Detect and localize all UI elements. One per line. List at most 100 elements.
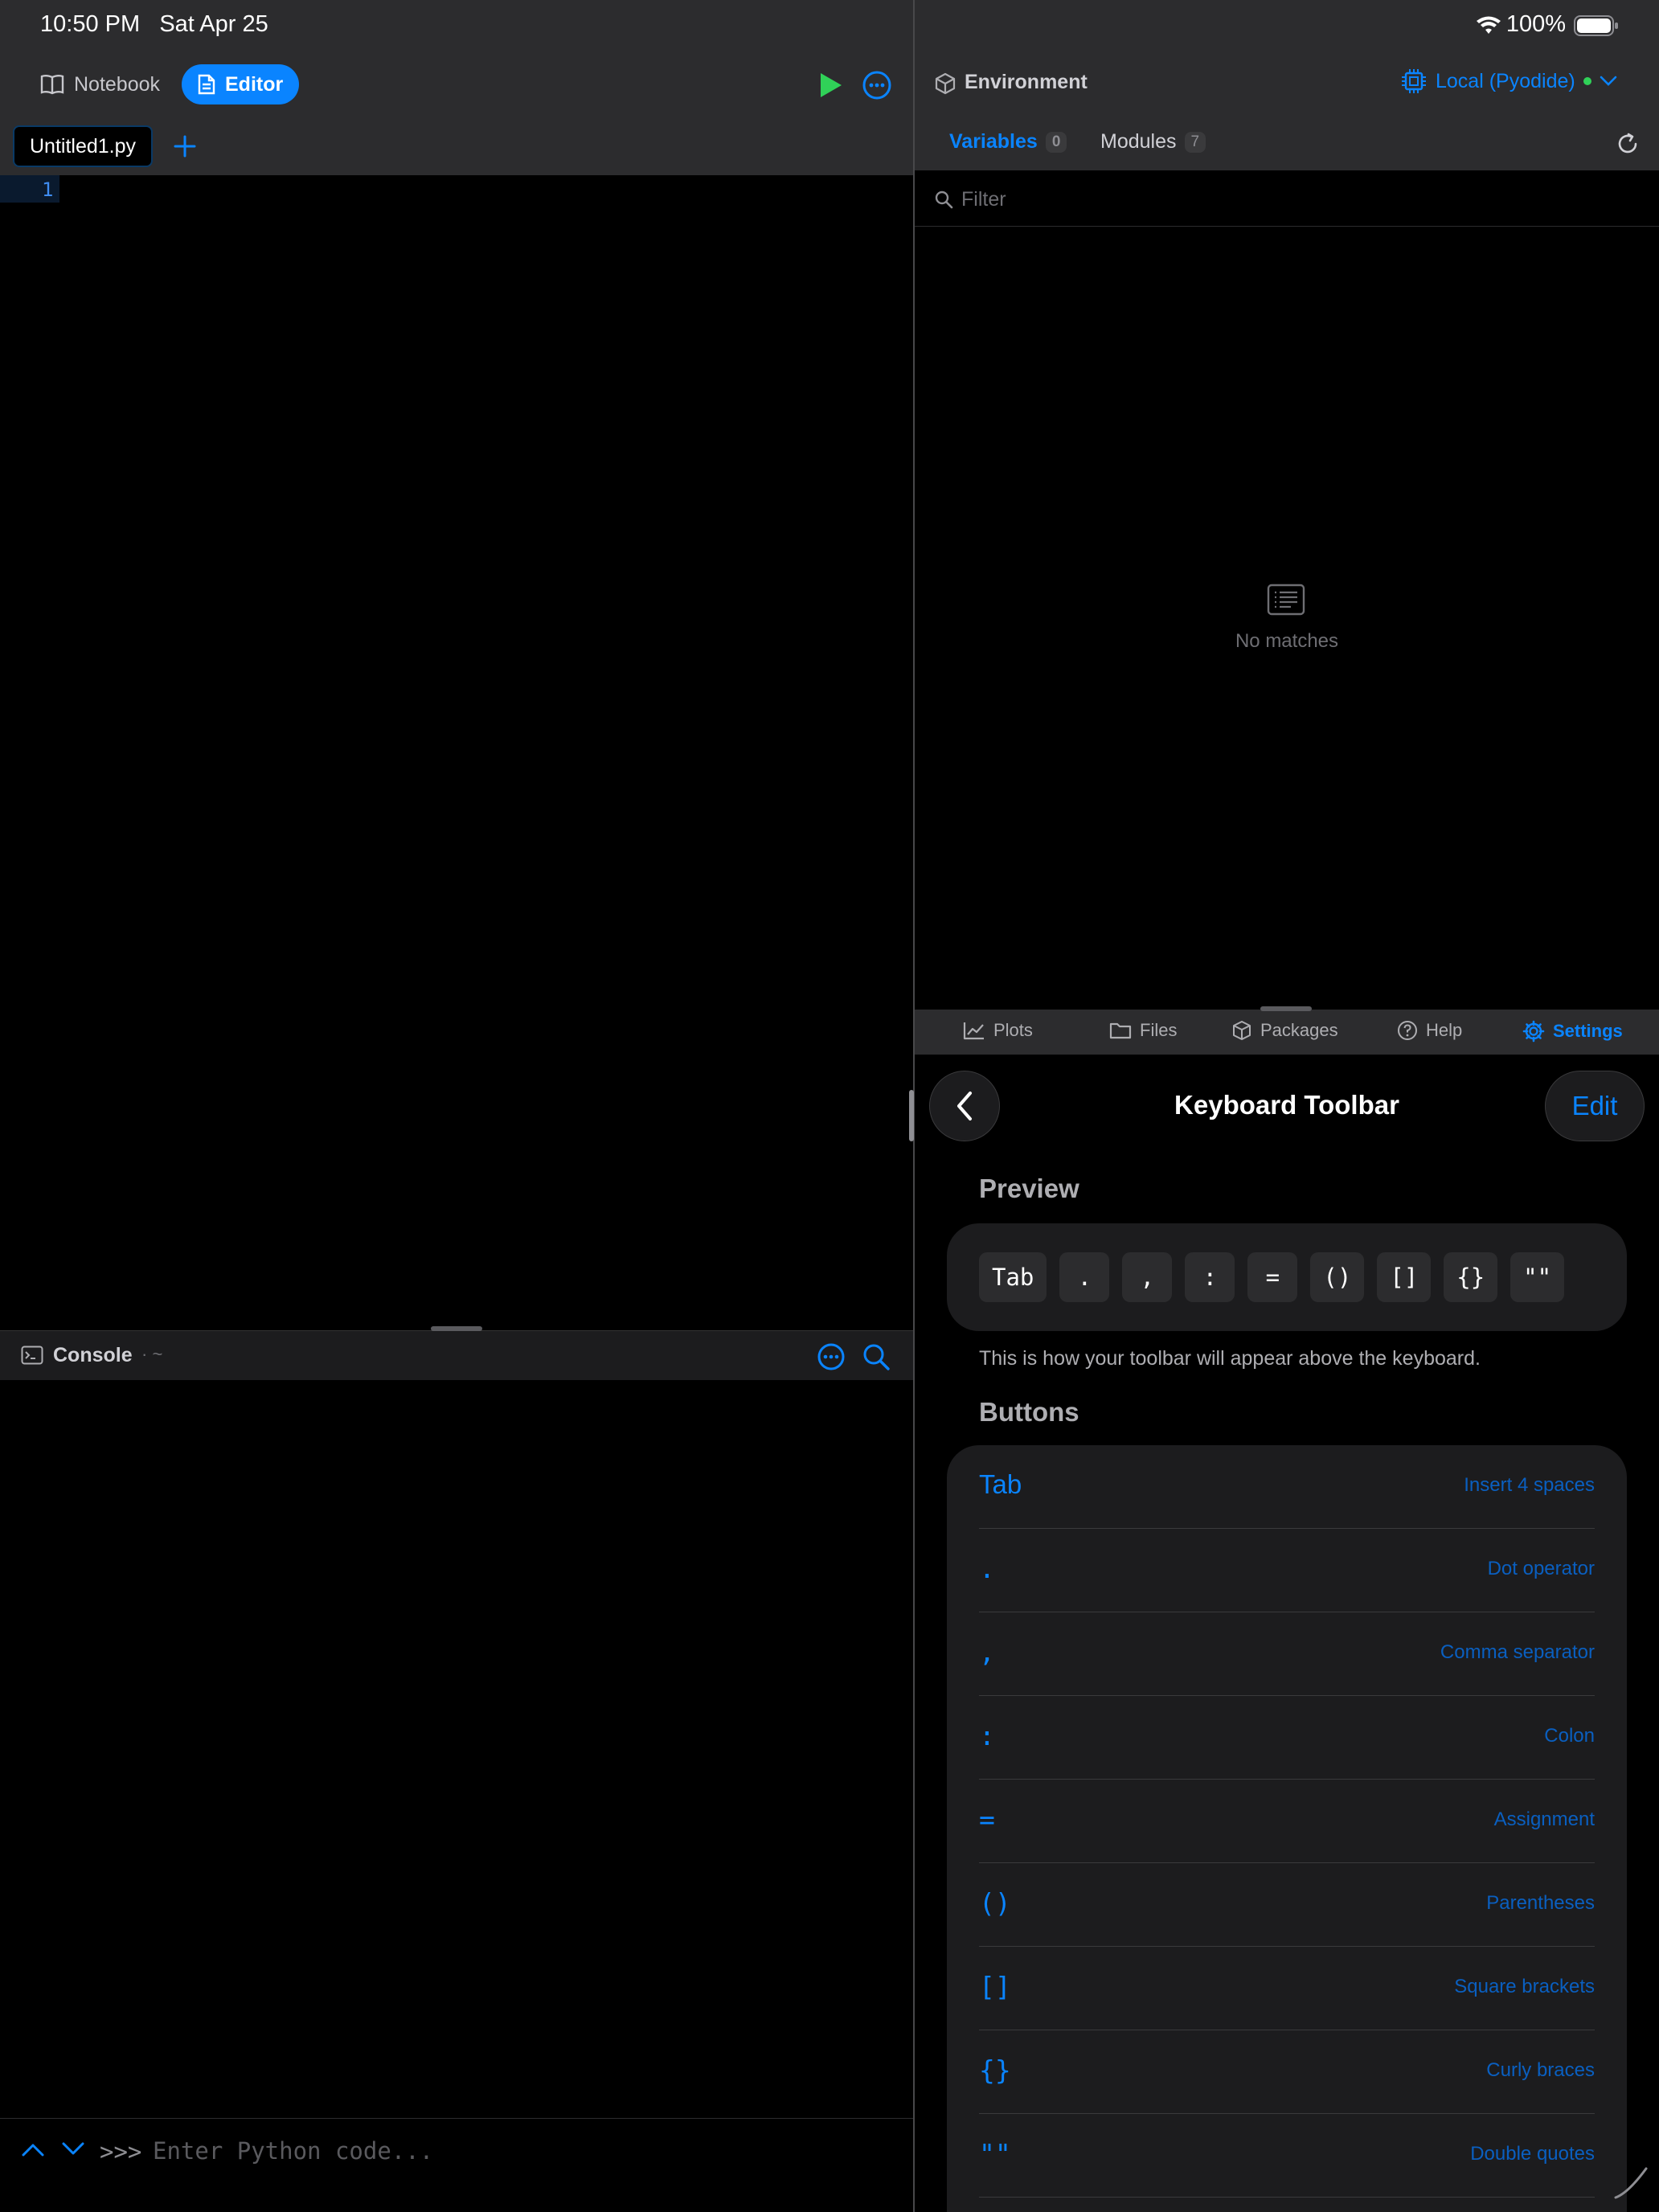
files-tab-label: Files [1140,1020,1178,1040]
button-symbol: , [979,1636,995,1668]
toolbar-buttons-list: Tab Insert 4 spaces . Dot operator , Com… [947,1445,1627,2212]
editor-label: Editor [225,72,284,96]
button-description: Curly braces [1486,2059,1595,2081]
kernel-label: Local (Pyodide) [1436,69,1575,92]
console-search-button[interactable] [862,1342,891,1371]
modules-tab-label: Modules [1100,130,1177,153]
code-editor[interactable]: 1 [0,175,913,1329]
book-icon [40,74,64,95]
tab-packages[interactable]: Packages [1231,1020,1338,1041]
button-symbol: () [979,1887,1011,1919]
pane-resize-handle[interactable] [909,1090,914,1141]
tab-help[interactable]: Help [1397,1020,1462,1041]
preview-section-header: Preview [979,1174,1079,1203]
chart-line-icon [963,1021,985,1040]
list-empty-icon [1267,584,1305,616]
preview-key: "" [1510,1252,1565,1302]
modules-count-badge: 7 [1184,131,1206,153]
tab-files[interactable]: Files [1109,1020,1177,1041]
refresh-button[interactable] [1616,132,1640,156]
preview-key: [] [1377,1252,1432,1302]
preview-key: , [1122,1252,1173,1302]
button-symbol: {} [979,2054,1011,2086]
edit-button[interactable]: Edit [1545,1071,1645,1141]
terminal-icon [21,1346,43,1365]
list-item[interactable]: [] Square brackets [979,1947,1595,2030]
notebook-label: Notebook [74,72,161,96]
notebook-mode-button[interactable]: Notebook [24,64,176,104]
plots-tab-label: Plots [993,1020,1033,1040]
kernel-status-dot [1583,77,1591,85]
preview-key: Tab [979,1252,1047,1302]
cpu-icon [1400,68,1428,95]
preview-key: () [1310,1252,1365,1302]
button-symbol: : [979,1720,995,1751]
settings-tab-label: Settings [1553,1021,1623,1041]
status-bar: 10:50 PM Sat Apr 25 100% [0,0,1659,51]
button-symbol: "" [979,2138,1011,2169]
cube-icon [934,72,956,95]
scribble-indicator-icon [1612,2165,1649,2201]
button-description: Colon [1544,1725,1595,1747]
kernel-selector[interactable]: Local (Pyodide) [1400,68,1617,95]
preview-key: = [1247,1252,1298,1302]
preview-key: : [1185,1252,1235,1302]
gear-icon [1522,1020,1545,1043]
preview-keys-row: Tab . , : = () [] {} "" [979,1252,1565,1302]
list-item[interactable]: . Dot operator [979,1529,1595,1612]
button-description: Dot operator [1487,1558,1595,1579]
button-symbol: = [979,1804,995,1835]
preview-caption: This is how your toolbar will appear abo… [979,1347,1481,1370]
editor-console-resize-handle[interactable] [431,1326,482,1331]
help-tab-label: Help [1426,1020,1463,1040]
button-description: Assignment [1493,1809,1595,1830]
run-button[interactable] [815,71,844,100]
button-description: Insert 4 spaces [1464,1474,1595,1496]
list-item[interactable]: () Parentheses [979,1863,1595,1947]
variables-list: No matches [915,227,1659,1010]
editor-toolbar: Notebook Editor [0,51,913,121]
keyboard-toolbar-settings: Keyboard Toolbar Edit Preview Tab . , : … [915,1055,1659,2212]
search-icon [934,190,953,209]
list-item[interactable]: Tab Insert 4 spaces [979,1445,1595,1529]
console-title: Console [53,1344,133,1366]
add-tab-button[interactable] [170,132,199,161]
console-input[interactable] [153,2132,892,2170]
history-down-button[interactable] [61,2141,85,2157]
console-header: Console · ~ [0,1330,913,1380]
status-time: 10:50 PM Sat Apr 25 [40,11,268,37]
tab-settings[interactable]: Settings [1522,1020,1623,1043]
console-output [0,1380,913,2118]
tab-modules[interactable]: Modules 7 [1100,130,1206,154]
chevron-down-icon [1600,76,1617,87]
list-item[interactable]: {} Curly braces [979,2030,1595,2114]
console-path: · ~ [141,1344,163,1364]
list-item[interactable]: "" Double quotes [979,2114,1595,2198]
list-item[interactable]: : Colon [979,1696,1595,1780]
more-options-button[interactable] [862,70,892,100]
buttons-section-header: Buttons [979,1397,1079,1427]
bottom-tab-bar: Plots Files Packages Help Settings [915,1010,1659,1055]
list-item[interactable]: = Assignment [979,1780,1595,1863]
file-tab-untitled1[interactable]: Untitled1.py [13,125,154,167]
filter-bar [915,170,1659,227]
tab-plots[interactable]: Plots [963,1020,1033,1041]
console-more-button[interactable] [817,1342,846,1371]
variables-count-badge: 0 [1045,131,1067,153]
packages-tab-label: Packages [1260,1020,1338,1040]
history-up-button[interactable] [21,2141,45,2157]
button-symbol: [] [979,1971,1011,2002]
bottom-panel-resize-handle[interactable] [1260,1006,1312,1011]
editor-mode-button[interactable]: Editor [182,64,300,104]
empty-state-text: No matches [1235,630,1339,652]
battery-percent: 100% [1505,11,1566,37]
tab-variables[interactable]: Variables 0 [949,130,1067,154]
battery-icon [1574,15,1619,36]
line-number: 1 [42,178,54,201]
wifi-icon [1476,16,1501,35]
console-input-row: >>> [0,2118,913,2184]
list-item[interactable]: , Comma separator [979,1612,1595,1696]
button-description: Double quotes [1470,2143,1595,2165]
filter-input[interactable] [961,182,1620,217]
button-description: Comma separator [1440,1641,1595,1663]
